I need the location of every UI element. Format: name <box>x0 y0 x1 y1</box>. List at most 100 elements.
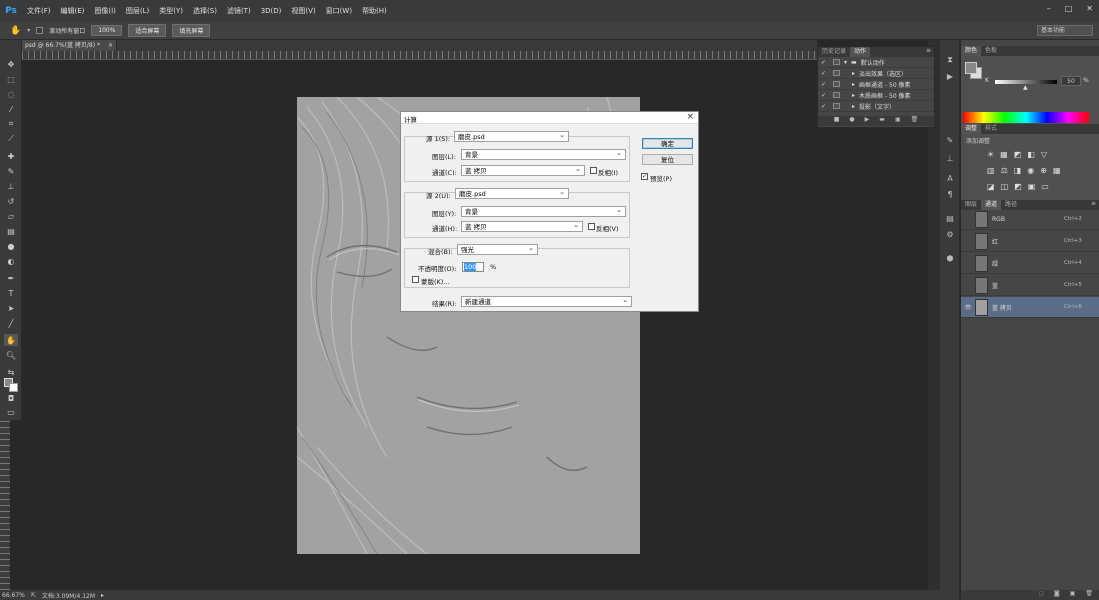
swap-colors-icon[interactable]: ⇆ <box>4 366 18 378</box>
tab-adjustments[interactable]: 调整 <box>961 124 982 134</box>
clone-source-icon[interactable]: ⊥ <box>944 152 956 164</box>
eraser-tool-icon[interactable]: ▱ <box>4 210 18 222</box>
maximize-button[interactable]: □ <box>1065 4 1073 13</box>
channel-mixer-icon[interactable]: ⊕ <box>1040 166 1047 175</box>
lasso-tool-icon[interactable]: ◌ <box>4 88 18 100</box>
color-fg-swatch[interactable] <box>965 62 977 74</box>
history-brush-tool-icon[interactable]: ↺ <box>4 195 18 207</box>
path-select-tool-icon[interactable]: ➤ <box>4 302 18 314</box>
color-spectrum-bar[interactable] <box>963 112 1089 123</box>
menu-image[interactable]: 图像(I) <box>89 0 121 22</box>
source1-file-select[interactable]: 磨皮.psd <box>454 130 569 142</box>
tab-styles[interactable]: 样式 <box>981 124 1001 134</box>
load-selection-icon[interactable]: ◌ <box>1039 590 1044 600</box>
action-row[interactable]: ✓ ▸ 木质画框 - 50 像素 <box>818 90 934 101</box>
trash-icon[interactable]: 🗑︎ <box>1085 590 1093 600</box>
source1-invert-checkbox[interactable] <box>590 167 597 174</box>
eye-icon[interactable]: 👁︎ <box>961 304 975 311</box>
tool-preset-chevron-icon[interactable]: ▾ <box>27 27 30 34</box>
properties-icon[interactable]: ⚙ <box>944 228 956 240</box>
new-action-icon[interactable]: ▣ <box>895 116 901 126</box>
history-icon[interactable]: ⧗ <box>944 54 956 66</box>
gradient-tool-icon[interactable]: ▤ <box>4 225 18 237</box>
expand-chevron-icon[interactable]: ▸ <box>844 103 855 110</box>
brush-preset-icon[interactable]: ✎ <box>944 134 956 146</box>
menu-file[interactable]: 文件(F) <box>22 0 56 22</box>
reset-button[interactable]: 复位 <box>642 154 693 165</box>
close-icon[interactable]: × <box>686 112 694 122</box>
bw-icon[interactable]: ◨ <box>1014 166 1022 175</box>
color-balance-icon[interactable]: ⚖ <box>1001 166 1008 175</box>
source2-layer-select[interactable]: 背景 <box>461 205 626 217</box>
close-tab-icon[interactable]: × <box>108 40 113 51</box>
play-icon[interactable]: ▶ <box>865 116 870 126</box>
quick-mask-icon[interactable]: ◘ <box>4 392 18 404</box>
preview-checkbox[interactable]: ✓ <box>641 173 648 180</box>
fit-screen-button[interactable]: 适合屏幕 <box>128 24 167 37</box>
selective-color-icon[interactable]: ▣ <box>1028 182 1036 191</box>
posterize-icon[interactable]: ◫ <box>1001 182 1009 191</box>
action-row[interactable]: ✓ ▸ 画框通道 - 50 像素 <box>818 79 934 90</box>
action-row[interactable]: ✓ ▸ 淡出效果（选区） <box>818 68 934 79</box>
channel-row-rgb[interactable]: RGB Ctrl+2 <box>961 209 1099 230</box>
gradient-map-icon[interactable]: ▭ <box>1041 182 1049 191</box>
expand-chevron-icon[interactable]: ▸ <box>844 70 855 77</box>
zoom-100-button[interactable]: 100% <box>91 25 123 36</box>
panel-menu-icon[interactable]: ≡ <box>926 47 934 57</box>
shape-tool-icon[interactable]: ╱ <box>4 317 18 329</box>
channel-row-red[interactable]: 红 Ctrl+3 <box>961 231 1099 252</box>
minimize-button[interactable]: – <box>1047 4 1051 13</box>
channel-row-green[interactable]: 绿 Ctrl+4 <box>961 253 1099 274</box>
document-tab[interactable]: psd @ 66.7%(蓝 拷贝/8) * × <box>22 40 117 51</box>
actions-play-icon[interactable]: ▶ <box>944 70 956 82</box>
menu-edit[interactable]: 编辑(E) <box>56 0 90 22</box>
dialog-toggle[interactable] <box>833 81 840 87</box>
menu-help[interactable]: 帮助(H) <box>357 0 392 22</box>
menu-3d[interactable]: 3D(D) <box>256 0 287 22</box>
share-icon[interactable]: ⇱ <box>31 592 36 599</box>
curves-icon[interactable]: ◩ <box>1014 150 1022 159</box>
quick-select-tool-icon[interactable]: ⁄ <box>4 103 18 115</box>
3d-icon[interactable]: ⬢ <box>944 252 956 264</box>
vibrance-icon[interactable]: ▽ <box>1041 150 1047 159</box>
ok-button[interactable]: 确定 <box>642 138 693 149</box>
source1-layer-select[interactable]: 背景 <box>461 148 626 160</box>
new-channel-icon[interactable]: ▣ <box>1070 590 1076 600</box>
threshold-icon[interactable]: ◩ <box>1014 182 1022 191</box>
check-icon[interactable]: ✓ <box>821 103 829 110</box>
tab-color[interactable]: 颜色 <box>961 46 982 56</box>
close-window-button[interactable]: ✕ <box>1086 4 1093 13</box>
background-color-swatch[interactable] <box>9 383 18 392</box>
levels-icon[interactable]: ▦ <box>1000 150 1008 159</box>
check-icon[interactable]: ✓ <box>821 81 829 88</box>
tab-swatches[interactable]: 色板 <box>981 46 1001 56</box>
pen-tool-icon[interactable]: ✒ <box>4 272 18 284</box>
menu-view[interactable]: 视图(V) <box>286 0 320 22</box>
menu-window[interactable]: 窗口(W) <box>321 0 357 22</box>
source1-channel-select[interactable]: 蓝 拷贝 <box>461 164 585 176</box>
exposure-icon[interactable]: ◧ <box>1027 150 1035 159</box>
crop-tool-icon[interactable]: ⌗ <box>4 118 18 130</box>
k-value-input[interactable]: 50 <box>1061 76 1081 86</box>
paragraph-icon[interactable]: ¶ <box>944 188 956 200</box>
hue-sat-icon[interactable]: ▥ <box>987 166 995 175</box>
stop-icon[interactable]: ■ <box>834 116 840 126</box>
action-set-row[interactable]: ✓ ▾ ▬ 默认动作 <box>818 57 934 68</box>
source2-file-select[interactable]: 磨皮.psd <box>455 187 569 199</box>
dodge-tool-icon[interactable]: ◐ <box>4 255 18 267</box>
healing-brush-tool-icon[interactable]: ✚ <box>4 150 18 162</box>
menu-filter[interactable]: 滤镜(T) <box>222 0 256 22</box>
expand-chevron-icon[interactable]: ▸ <box>844 92 855 99</box>
hand-tool-active-icon[interactable]: ✋ <box>4 334 18 346</box>
workspace-dropdown[interactable]: 基本功能 <box>1037 25 1093 36</box>
check-icon[interactable]: ✓ <box>821 92 829 99</box>
invert-icon[interactable]: ◪ <box>987 182 995 191</box>
blend-mode-select[interactable]: 强光 <box>457 243 538 255</box>
photo-filter-icon[interactable]: ◉ <box>1027 166 1034 175</box>
action-row[interactable]: ✓ ▸ 投影（文字） <box>818 101 934 112</box>
eyedropper-tool-icon[interactable]: ⟋ <box>4 133 18 145</box>
record-icon[interactable]: ● <box>849 116 854 126</box>
blur-tool-icon[interactable]: ● <box>4 240 18 252</box>
scroll-all-windows-checkbox[interactable] <box>36 27 44 34</box>
brush-tool-icon[interactable]: ✎ <box>4 165 18 177</box>
